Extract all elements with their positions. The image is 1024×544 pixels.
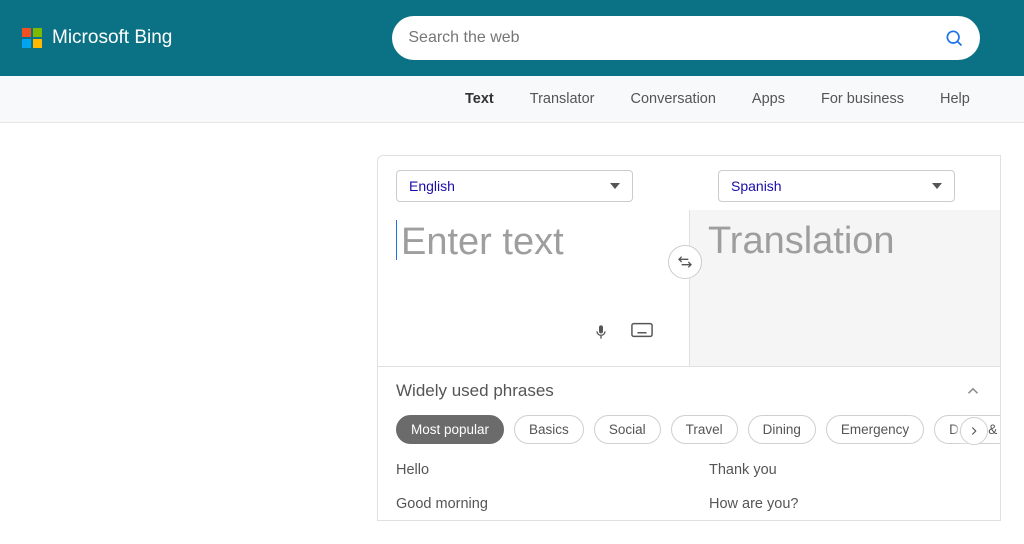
target-language-label: Spanish: [731, 178, 782, 194]
tab-business[interactable]: For business: [821, 91, 904, 107]
nav-tabs: Text Translator Conversation Apps For bu…: [0, 76, 1024, 123]
phrases-header[interactable]: Widely used phrases: [396, 381, 982, 401]
category-travel[interactable]: Travel: [671, 415, 738, 444]
brand-block[interactable]: Microsoft Bing: [22, 27, 172, 49]
target-language-select[interactable]: Spanish: [718, 170, 955, 202]
category-social[interactable]: Social: [594, 415, 661, 444]
microsoft-logo-icon: [22, 28, 42, 48]
translator-card: English Spanish Enter text Translation W…: [377, 155, 1001, 521]
chevron-up-icon[interactable]: [964, 382, 982, 400]
swap-icon: [677, 254, 693, 270]
phrase-category-row: Most popular Basics Social Travel Dining…: [396, 415, 982, 444]
search-input[interactable]: [408, 29, 944, 47]
tab-translator[interactable]: Translator: [530, 91, 595, 107]
categories-next-button[interactable]: [960, 417, 988, 445]
phrase-hello[interactable]: Hello: [396, 462, 669, 478]
brand-text: Microsoft Bing: [52, 27, 172, 49]
phrases-title: Widely used phrases: [396, 381, 554, 401]
phrase-thank-you[interactable]: Thank you: [709, 462, 982, 478]
language-row: English Spanish: [378, 156, 1000, 210]
chevron-down-icon: [610, 183, 620, 189]
tab-apps[interactable]: Apps: [752, 91, 785, 107]
phrases-section: Widely used phrases Most popular Basics …: [378, 366, 1000, 520]
tab-conversation[interactable]: Conversation: [630, 91, 715, 107]
chevron-down-icon: [932, 183, 942, 189]
source-language-label: English: [409, 178, 455, 194]
translation-panes: Enter text Translation: [378, 210, 1000, 366]
output-placeholder: Translation: [708, 220, 982, 263]
output-pane: Translation: [689, 210, 1000, 366]
phrase-how-are-you[interactable]: How are you?: [709, 496, 982, 512]
header-bar: Microsoft Bing: [0, 0, 1024, 76]
swap-languages-button[interactable]: [668, 245, 702, 279]
input-placeholder: Enter text: [396, 220, 671, 264]
microphone-icon[interactable]: [593, 322, 609, 342]
tab-help[interactable]: Help: [940, 91, 970, 107]
search-box[interactable]: [392, 16, 980, 60]
phrase-good-morning[interactable]: Good morning: [396, 496, 669, 512]
chevron-right-icon: [967, 424, 981, 438]
input-pane[interactable]: Enter text: [378, 210, 689, 366]
tab-text[interactable]: Text: [465, 91, 494, 107]
source-language-select[interactable]: English: [396, 170, 633, 202]
category-basics[interactable]: Basics: [514, 415, 584, 444]
category-dining[interactable]: Dining: [748, 415, 816, 444]
search-icon[interactable]: [944, 28, 964, 48]
category-emergency[interactable]: Emergency: [826, 415, 924, 444]
keyboard-icon[interactable]: [631, 322, 653, 338]
category-most-popular[interactable]: Most popular: [396, 415, 504, 444]
phrases-grid: Hello Thank you Good morning How are you…: [396, 462, 982, 512]
input-toolbar: [396, 264, 671, 352]
